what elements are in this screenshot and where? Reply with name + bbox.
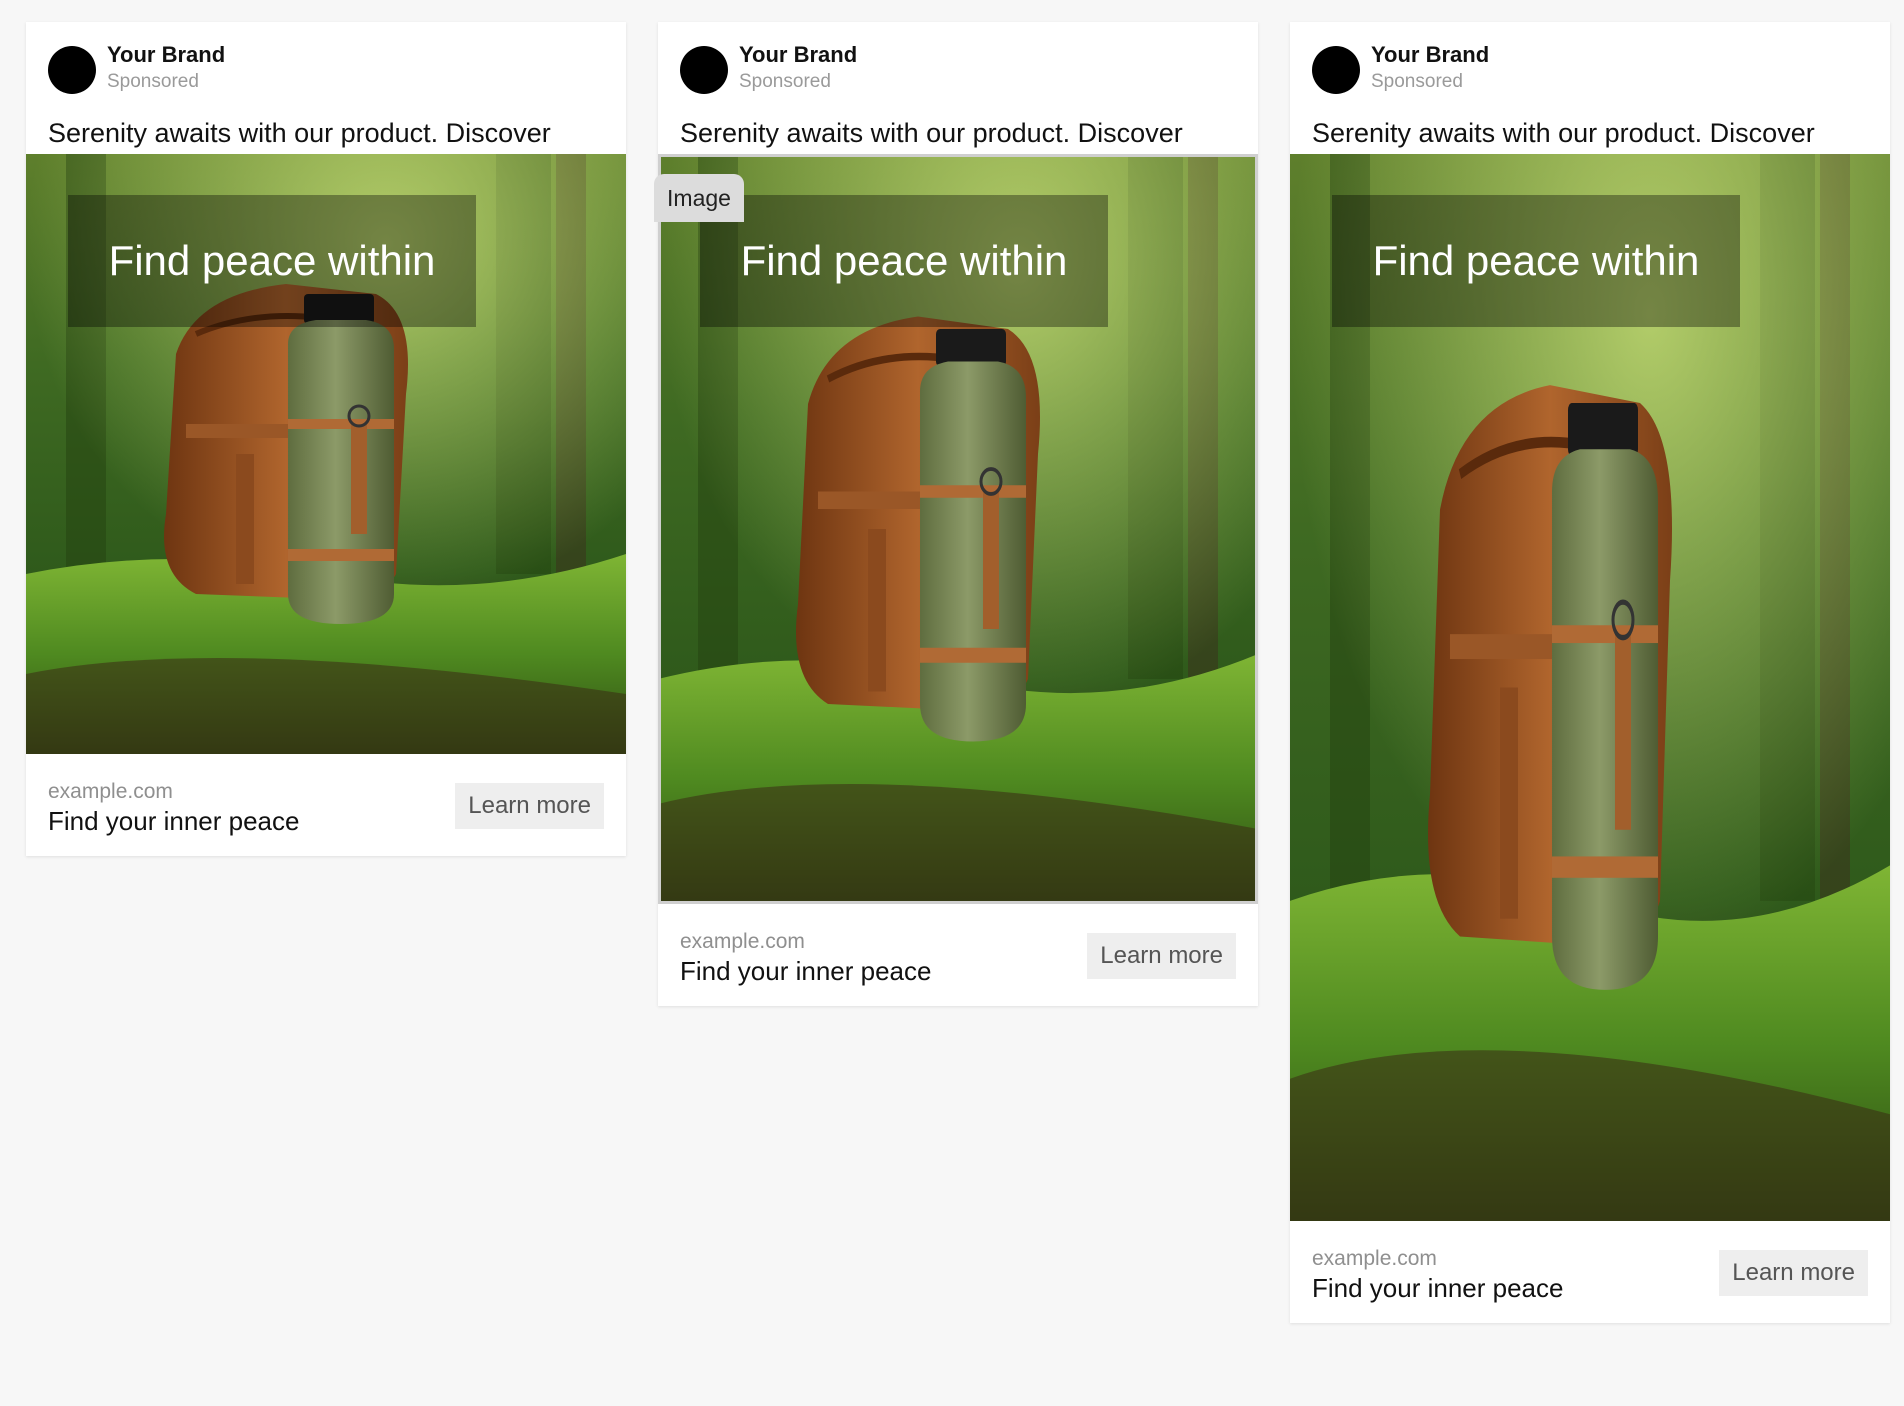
headline-overlay-box: Find peace within [1332,195,1740,327]
ad-card-1: Your Brand Sponsored Serenity awaits wit… [26,22,626,856]
headline-overlay-box: Find peace within [700,195,1108,327]
ad-title: Find your inner peace [1312,1273,1564,1303]
ad-title: Find your inner peace [680,956,932,986]
primary-text-wrap: Serenity awaits with our product. Discov… [26,22,626,212]
headline-overlay-box: Find peace within [68,195,476,327]
domain-label: example.com [1312,1247,1437,1270]
learn-more-button[interactable]: Learn more [1719,1250,1868,1296]
ad-media[interactable]: Find peace within [658,154,1258,904]
ad-media[interactable]: Find peace within [1290,154,1890,1221]
domain-label: example.com [48,780,173,803]
learn-more-button[interactable]: Learn more [1087,933,1236,979]
ad-card-3: Your Brand Sponsored Serenity awaits wit… [1290,22,1890,1323]
domain-label: example.com [680,930,805,953]
ad-footer: example.com Find your inner peace Learn … [26,754,626,856]
ad-media[interactable]: Find peace within [26,154,626,754]
learn-more-button[interactable]: Learn more [455,783,604,829]
ad-footer: example.com Find your inner peace Learn … [658,904,1258,1006]
headline-overlay: Find peace within [1372,237,1700,284]
image-tag[interactable]: Image [654,174,744,222]
ad-footer: example.com Find your inner peace Learn … [1290,1221,1890,1323]
primary-text-wrap: Serenity awaits with our product. Discov… [654,22,1258,222]
headline-overlay: Find peace within [740,237,1068,284]
ad-title: Find your inner peace [48,806,300,836]
headline-overlay: Find peace within [108,237,436,284]
ad-card-2: Your Brand Sponsored Serenity awaits wit… [654,22,1258,1006]
primary-text-wrap: Serenity awaits with our product. Discov… [1290,22,1890,212]
